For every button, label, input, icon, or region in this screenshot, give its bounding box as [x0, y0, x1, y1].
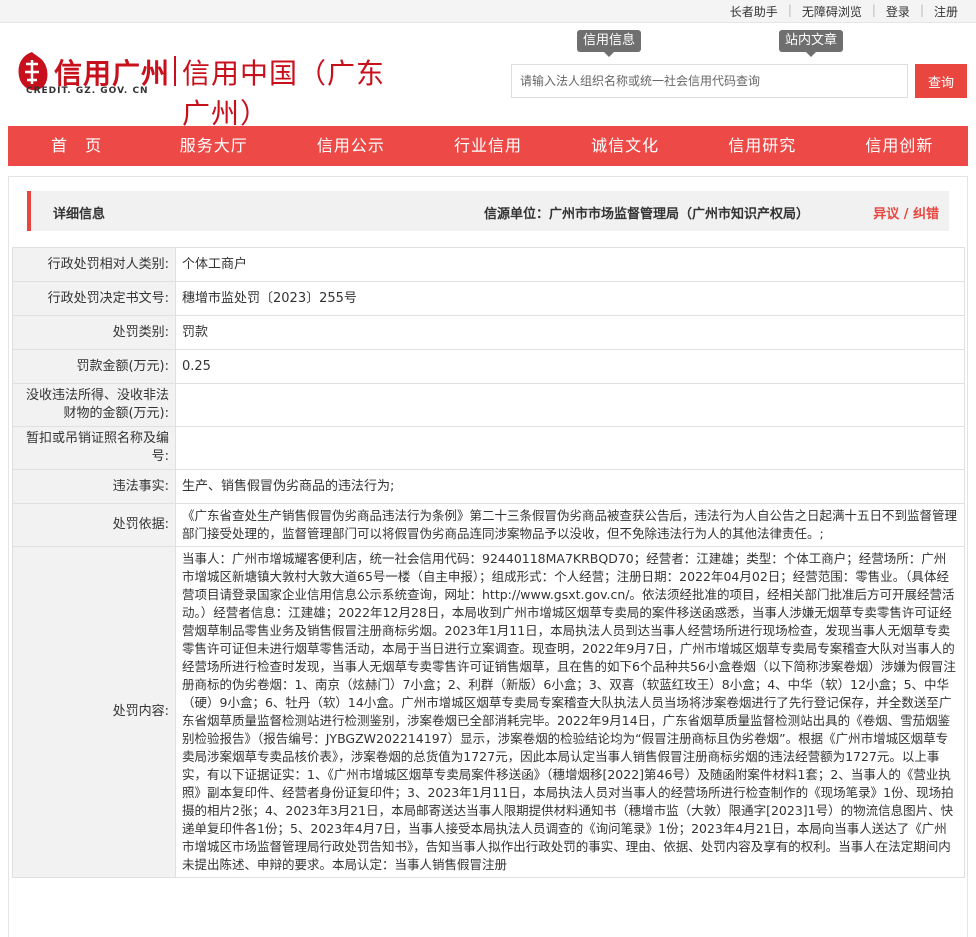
search-button[interactable]: 查询	[915, 64, 967, 98]
logo-side-text: 信用中国（广东广州）	[182, 57, 386, 130]
detail-table: 行政处罚相对人类别: 个体工商户 行政处罚决定书文号: 穗增市监处罚〔2023〕…	[12, 247, 965, 878]
source-unit: 信源单位：广州市市场监督管理局（广州市知识产权局）	[484, 207, 810, 222]
table-row: 行政处罚决定书文号: 穗增市监处罚〔2023〕255号	[12, 281, 965, 316]
detail-title: 详细信息	[53, 207, 106, 222]
accessibility-link[interactable]: 无障碍浏览	[792, 3, 872, 20]
row-value: 穗增市监处罚〔2023〕255号	[175, 281, 965, 316]
row-value	[175, 426, 965, 470]
search-tab-site-articles[interactable]: 站内文章	[779, 30, 844, 57]
top-links: 长者助手 | 无障碍浏览 | 登录 | 注册	[720, 3, 968, 20]
nav-item-industry-credit[interactable]: 行业信用	[419, 126, 556, 166]
table-row: 违法事实: 生产、销售假冒伪劣商品的违法行为;	[12, 469, 965, 504]
nav-item-credit-publicity[interactable]: 信用公示	[282, 126, 419, 166]
row-label: 处罚类别:	[12, 315, 176, 350]
row-value: 0.25	[175, 349, 965, 384]
row-label: 处罚内容:	[12, 546, 176, 878]
main-nav: 首 页 服务大厅 信用公示 行业信用 诚信文化 信用研究 信用创新	[8, 126, 968, 166]
table-row: 没收违法所得、没收非法财物的金额(万元):	[12, 383, 965, 427]
row-value: 生产、销售假冒伪劣商品的违法行为;	[175, 469, 965, 504]
objection-link[interactable]: 异议 / 纠错	[873, 203, 939, 222]
row-label: 暂扣或吊销证照名称及编号:	[12, 426, 176, 470]
detail-header: 详细信息 信源单位：广州市市场监督管理局（广州市知识产权局） 异议 / 纠错	[27, 191, 949, 231]
nav-item-integrity-culture[interactable]: 诚信文化	[557, 126, 694, 166]
logo-subtitle: CREDIT. GZ. GOV. CN	[26, 86, 149, 96]
register-link[interactable]: 注册	[924, 3, 968, 20]
login-link[interactable]: 登录	[876, 3, 920, 20]
row-value: 当事人：广州市增城耀客便利店，统一社会信用代码：92440118MA7KRBQD…	[175, 546, 965, 878]
row-label: 罚款金额(万元):	[12, 349, 176, 384]
row-value	[175, 383, 965, 427]
nav-item-service-hall[interactable]: 服务大厅	[145, 126, 282, 166]
logo-divider	[174, 56, 176, 86]
search-input[interactable]	[511, 64, 908, 98]
row-label: 行政处罚决定书文号:	[12, 281, 176, 316]
row-label: 行政处罚相对人类别:	[12, 247, 176, 282]
row-label: 违法事实:	[12, 469, 176, 504]
table-row: 处罚依据: 《广东省查处生产销售假冒伪劣商品违法行为条例》第二十三条假冒伪劣商品…	[12, 503, 965, 547]
table-row: 处罚内容: 当事人：广州市增城耀客便利店，统一社会信用代码：92440118MA…	[12, 546, 965, 878]
elder-helper-link[interactable]: 长者助手	[720, 3, 788, 20]
row-value: 罚款	[175, 315, 965, 350]
row-value: 《广东省查处生产销售假冒伪劣商品违法行为条例》第二十三条假冒伪劣商品被查获公告后…	[175, 503, 965, 547]
table-row: 处罚类别: 罚款	[12, 315, 965, 350]
row-label: 没收违法所得、没收非法财物的金额(万元):	[12, 383, 176, 427]
row-label: 处罚依据:	[12, 503, 176, 547]
nav-item-credit-innovation[interactable]: 信用创新	[831, 126, 968, 166]
row-value: 个体工商户	[175, 247, 965, 282]
table-row: 行政处罚相对人类别: 个体工商户	[12, 247, 965, 282]
nav-item-credit-research[interactable]: 信用研究	[694, 126, 831, 166]
table-row: 罚款金额(万元): 0.25	[12, 349, 965, 384]
table-row: 暂扣或吊销证照名称及编号:	[12, 426, 965, 470]
nav-item-home[interactable]: 首 页	[8, 126, 145, 166]
site-logo[interactable]: 信用广州 信用中国（广东广州） CREDIT. GZ. GOV. CN	[12, 46, 412, 130]
detail-panel: 详细信息 信源单位：广州市市场监督管理局（广州市知识产权局） 异议 / 纠错 行…	[8, 176, 968, 937]
search-tab-credit-info[interactable]: 信用信息	[577, 30, 642, 57]
top-bar: 长者助手 | 无障碍浏览 | 登录 | 注册	[0, 0, 976, 23]
